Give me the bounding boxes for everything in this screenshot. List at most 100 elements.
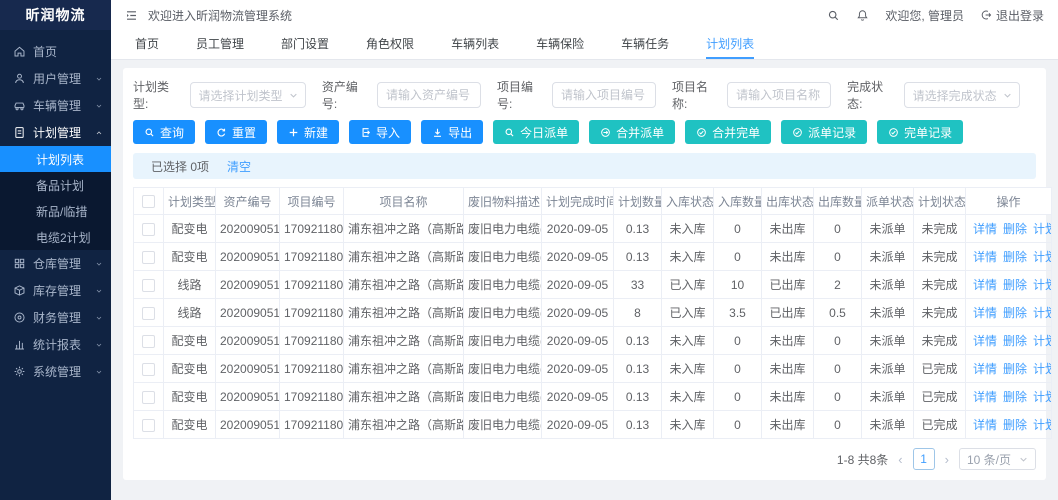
logout-button[interactable]: 退出登录: [980, 7, 1044, 24]
row-checkbox[interactable]: [142, 391, 155, 404]
row-action-delete[interactable]: 删除: [1003, 362, 1027, 376]
submenu-item-spare-plan[interactable]: 备品计划: [0, 172, 111, 198]
row-action-delete[interactable]: 删除: [1003, 222, 1027, 236]
sidebar-item-finance[interactable]: 财务管理: [0, 304, 111, 331]
tab-departments[interactable]: 部门设置: [281, 30, 329, 59]
button-label: 今日派单: [520, 124, 568, 141]
row-action-delete[interactable]: 删除: [1003, 418, 1027, 432]
row-action-plan-status[interactable]: 计划状态: [1033, 334, 1051, 348]
tab-home[interactable]: 首页: [135, 30, 159, 59]
row-checkbox-cell: [134, 299, 164, 327]
table-cell: 废旧电力电缆(173...: [464, 355, 542, 383]
row-action-detail[interactable]: 详情: [973, 390, 997, 404]
row-action-plan-status[interactable]: 计划状态: [1033, 362, 1051, 376]
tab-vehicle-list[interactable]: 车辆列表: [451, 30, 499, 59]
table-cell: 已完成: [914, 383, 966, 411]
merge-complete-button[interactable]: 合并完单: [685, 120, 771, 144]
row-action-detail[interactable]: 详情: [973, 362, 997, 376]
column-header: 项目名称: [344, 188, 464, 215]
asset-no-input[interactable]: [377, 82, 481, 108]
row-action-detail[interactable]: 详情: [973, 222, 997, 236]
page-size-select[interactable]: 10 条/页: [959, 448, 1036, 470]
row-action-delete[interactable]: 删除: [1003, 306, 1027, 320]
create-button[interactable]: 新建: [277, 120, 339, 144]
row-action-plan-status[interactable]: 计划状态: [1033, 278, 1051, 292]
search-icon[interactable]: [827, 9, 840, 22]
submenu-item-new-temp[interactable]: 新品/临措: [0, 198, 111, 224]
row-action-plan-status[interactable]: 计划状态: [1033, 222, 1051, 236]
search-button[interactable]: 查询: [133, 120, 195, 144]
table-cell: 0.13: [614, 411, 662, 439]
import-button[interactable]: 导入: [349, 120, 411, 144]
dispatch-records-button[interactable]: 派单记录: [781, 120, 867, 144]
finish-status-select[interactable]: 请选择完成状态: [904, 82, 1020, 108]
tab-roles[interactable]: 角色权限: [366, 30, 414, 59]
column-header: 计划状态: [914, 188, 966, 215]
row-action-plan-status[interactable]: 计划状态: [1033, 418, 1051, 432]
row-action-detail[interactable]: 详情: [973, 278, 997, 292]
page-number[interactable]: 1: [913, 448, 935, 470]
row-action-plan-status[interactable]: 计划状态: [1033, 250, 1051, 264]
tab-employees[interactable]: 员工管理: [196, 30, 244, 59]
row-action-detail[interactable]: 详情: [973, 334, 997, 348]
row-checkbox[interactable]: [142, 335, 155, 348]
bell-icon[interactable]: [856, 9, 869, 22]
filter-project-name: 项目名称:: [672, 78, 831, 112]
sidebar-item-plans[interactable]: 计划管理: [0, 119, 111, 146]
row-checkbox[interactable]: [142, 251, 155, 264]
table-row: 配变电2020090517...1709211800...浦东祖冲之路（高斯路.…: [134, 383, 1052, 411]
row-action-detail[interactable]: 详情: [973, 418, 997, 432]
clear-selection-link[interactable]: 清空: [227, 158, 251, 175]
today-dispatch-button[interactable]: 今日派单: [493, 120, 579, 144]
row-action-plan-status[interactable]: 计划状态: [1033, 390, 1051, 404]
column-header: 计划数量: [614, 188, 662, 215]
collapse-sidebar-icon[interactable]: [125, 9, 138, 22]
export-button[interactable]: 导出: [421, 120, 483, 144]
project-no-input[interactable]: [552, 82, 656, 108]
row-checkbox[interactable]: [142, 223, 155, 236]
table-cell: 已入库: [662, 271, 714, 299]
table-row: 配变电2020090517...1709211800...浦东祖冲之路（高斯路.…: [134, 355, 1052, 383]
button-label: 合并派单: [616, 124, 664, 141]
row-checkbox-cell: [134, 327, 164, 355]
tab-vehicle-tasks[interactable]: 车辆任务: [621, 30, 669, 59]
plan-type-select[interactable]: 请选择计划类型: [190, 82, 306, 108]
row-actions-cell: 详情删除计划状态: [966, 383, 1052, 411]
project-name-input[interactable]: [727, 82, 831, 108]
select-all-checkbox[interactable]: [142, 195, 155, 208]
tab-plan-list[interactable]: 计划列表: [706, 30, 754, 59]
row-action-delete[interactable]: 删除: [1003, 334, 1027, 348]
sidebar-item-system[interactable]: 系统管理: [0, 358, 111, 385]
table-cell: 0: [814, 383, 862, 411]
sidebar-item-users[interactable]: 用户管理: [0, 65, 111, 92]
table-cell: 1709211800...: [280, 383, 344, 411]
filter-project-no: 项目编号:: [497, 78, 656, 112]
sidebar-item-home[interactable]: 首页: [0, 38, 111, 65]
complete-records-button[interactable]: 完单记录: [877, 120, 963, 144]
sidebar-item-reports[interactable]: 统计报表: [0, 331, 111, 358]
row-checkbox[interactable]: [142, 363, 155, 376]
reset-button[interactable]: 重置: [205, 120, 267, 144]
table-cell: 0: [814, 243, 862, 271]
button-label: 重置: [232, 124, 256, 141]
row-action-delete[interactable]: 删除: [1003, 390, 1027, 404]
table-cell: 废旧电力电缆(173...: [464, 327, 542, 355]
row-action-detail[interactable]: 详情: [973, 306, 997, 320]
sidebar-item-vehicles[interactable]: 车辆管理: [0, 92, 111, 119]
submenu-item-plan-list[interactable]: 计划列表: [0, 146, 111, 172]
finance-icon: [13, 311, 26, 324]
row-action-delete[interactable]: 删除: [1003, 278, 1027, 292]
row-action-detail[interactable]: 详情: [973, 250, 997, 264]
prev-page-icon[interactable]: ‹: [896, 452, 904, 467]
sidebar-item-inventory[interactable]: 库存管理: [0, 277, 111, 304]
next-page-icon[interactable]: ›: [943, 452, 951, 467]
submenu-item-cable-plan[interactable]: 电缆2计划: [0, 224, 111, 250]
row-action-delete[interactable]: 删除: [1003, 250, 1027, 264]
row-checkbox[interactable]: [142, 279, 155, 292]
row-action-plan-status[interactable]: 计划状态: [1033, 306, 1051, 320]
row-checkbox[interactable]: [142, 419, 155, 432]
row-checkbox[interactable]: [142, 307, 155, 320]
tab-vehicle-insurance[interactable]: 车辆保险: [536, 30, 584, 59]
sidebar-item-warehouse[interactable]: 仓库管理: [0, 250, 111, 277]
merge-dispatch-button[interactable]: 合并派单: [589, 120, 675, 144]
